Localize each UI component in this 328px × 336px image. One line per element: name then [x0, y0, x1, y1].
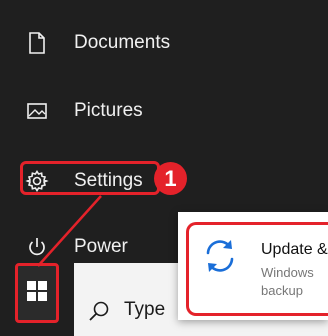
document-icon	[23, 29, 51, 57]
step-badge: 1	[154, 162, 187, 195]
update-card-title: Update &	[261, 241, 328, 258]
pictures-icon	[23, 97, 51, 125]
update-card-subtitle-line2: backup	[261, 283, 303, 298]
windows-logo-icon	[27, 280, 47, 306]
start-menu-stage: Documents Pictures Settings Power Type U…	[0, 0, 328, 336]
search-icon	[88, 300, 110, 322]
power-icon	[23, 233, 51, 261]
menu-item-power-label: Power	[74, 236, 128, 257]
update-card-subtitle-line1: Windows	[261, 265, 314, 280]
menu-item-pictures-label: Pictures	[74, 100, 143, 121]
settings-highlight-box	[20, 161, 160, 195]
menu-item-documents[interactable]: Documents	[0, 18, 328, 68]
sync-icon	[200, 236, 240, 276]
start-button[interactable]	[15, 263, 59, 323]
menu-item-documents-label: Documents	[74, 32, 171, 53]
search-placeholder-text: Type	[124, 299, 166, 320]
menu-item-pictures[interactable]: Pictures	[0, 86, 328, 136]
